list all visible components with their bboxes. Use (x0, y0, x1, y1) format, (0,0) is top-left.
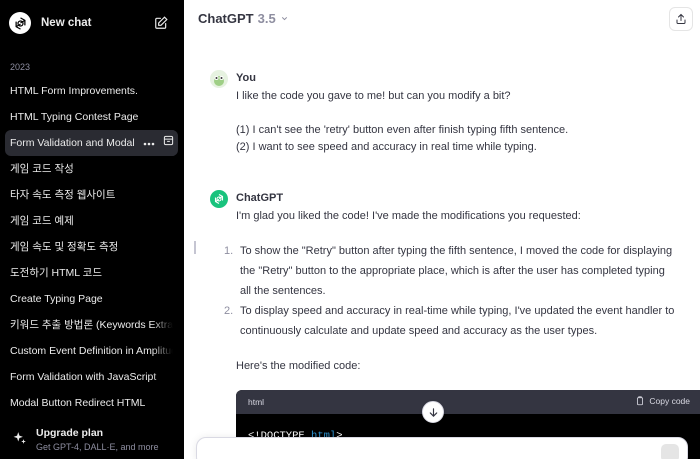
edit-icon[interactable] (154, 16, 168, 30)
more-options-icon[interactable] (143, 130, 155, 156)
history-item-label: 게임 속도 및 정확도 측정 (10, 241, 119, 253)
history-item[interactable]: 게임 코드 예제 (5, 208, 178, 234)
share-button[interactable] (669, 7, 693, 31)
fade-overlay (152, 260, 178, 286)
history-item[interactable]: 타자 속도 측정 웹사이트 (5, 182, 178, 208)
list-item-text: continuously calculate and update speed … (240, 325, 598, 337)
arrow-down-icon (429, 407, 437, 417)
history-item-label: HTML Typing Contest Page (10, 111, 139, 123)
model-name: ChatGPT (198, 11, 254, 26)
new-chat-button[interactable]: New chat (5, 8, 176, 38)
history-item[interactable]: Modal Button Redirect HTML (5, 390, 178, 416)
history-item-label: HTML Form Improvements. (10, 85, 138, 97)
copy-code-button[interactable]: Copy code (635, 396, 690, 406)
fade-overlay (152, 312, 178, 338)
fade-overlay (152, 104, 178, 130)
list-item-text: all the sentences. (240, 285, 326, 297)
copy-code-label: Copy code (649, 396, 690, 406)
chevron-down-icon (280, 11, 289, 26)
upgrade-plan-title: Upgrade plan (36, 427, 104, 439)
history-item-label: 게임 코드 작성 (10, 163, 74, 175)
model-selector[interactable]: ChatGPT 3.5 (198, 11, 289, 26)
history-item[interactable]: 키워드 추출 방법론 (Keywords Extraction) (5, 312, 178, 338)
message-text: I'm glad you liked the code! I've made t… (236, 210, 581, 222)
sparkle-icon (13, 431, 27, 445)
fade-overlay (152, 390, 178, 416)
history-item[interactable]: 게임 코드 작성 (5, 156, 178, 182)
fade-overlay (152, 234, 178, 260)
top-bar: ChatGPT 3.5 (184, 0, 700, 38)
share-icon (676, 13, 686, 24)
list-item-text: the "Retry" button to the appropriate pl… (240, 265, 665, 277)
user-avatar (210, 70, 228, 88)
message-input[interactable] (196, 437, 688, 459)
history-item-label: 타자 속도 측정 웹사이트 (10, 189, 116, 201)
history-item-label: 게임 코드 예제 (10, 215, 74, 227)
history-item[interactable]: HTML Form Improvements. (5, 78, 178, 104)
user-message: You I like the code you gave to me! but … (184, 70, 700, 160)
message-text: (1) I can't see the 'retry' button even … (236, 124, 569, 136)
message-text: Here's the modified code: (236, 360, 361, 372)
app-window: New chat 2023 HTML Form Improvements. HT… (0, 0, 700, 459)
list-item-text: To show the "Retry" button after typing … (240, 245, 673, 257)
message-author: ChatGPT (236, 192, 284, 204)
main-panel: ChatGPT 3.5 You I like the code you gave… (184, 0, 700, 459)
history-item[interactable]: Form Validation with JavaScript (5, 364, 178, 390)
model-version: 3.5 (257, 11, 276, 26)
code-language-label: html (248, 397, 265, 407)
fade-overlay (152, 338, 178, 364)
history-item-label: Modal Button Redirect HTML (10, 397, 146, 409)
history-item-label: Form Validation and Modal (10, 137, 135, 149)
list-number: 2. (224, 305, 234, 317)
list-item-text: To display speed and accuracy in real-ti… (240, 305, 675, 317)
send-button[interactable] (661, 444, 679, 459)
scroll-to-bottom-button[interactable] (422, 401, 444, 423)
history-item[interactable]: 게임 속도 및 정확도 측정 (5, 234, 178, 260)
fade-overlay (152, 364, 178, 390)
history-item-label: Create Typing Page (10, 293, 103, 305)
history-item-label: 도전하기 HTML 코드 (10, 267, 102, 279)
scroll-gutter-mark (194, 241, 196, 254)
chatgpt-avatar-icon (210, 190, 228, 208)
fade-overlay (152, 208, 178, 234)
history-item[interactable]: HTML Typing Contest Page (5, 104, 178, 130)
message-text: (2) I want to see speed and accuracy in … (236, 141, 537, 153)
fade-overlay (152, 182, 178, 208)
openai-logo-icon (9, 12, 31, 34)
chat-history-list: HTML Form Improvements. HTML Typing Cont… (5, 78, 178, 416)
sidebar: New chat 2023 HTML Form Improvements. HT… (0, 0, 184, 459)
message-author: You (236, 72, 256, 84)
history-item-label: Form Validation with JavaScript (10, 371, 157, 383)
history-item[interactable]: 도전하기 HTML 코드 (5, 260, 178, 286)
history-item[interactable]: Custom Event Definition in Amplitude (5, 338, 178, 364)
new-chat-label: New chat (41, 17, 92, 29)
clipboard-icon (637, 396, 644, 406)
history-item[interactable]: Create Typing Page (5, 286, 178, 312)
code-block-header: html Copy code (236, 390, 700, 414)
list-number: 1. (224, 245, 234, 257)
message-text: I like the code you gave to me! but can … (236, 90, 511, 102)
archive-icon[interactable] (163, 130, 174, 156)
fade-overlay (152, 156, 178, 182)
history-item-active[interactable]: Form Validation and Modal (5, 130, 178, 156)
upgrade-plan-button[interactable]: Upgrade plan Get GPT-4, DALL·E, and more (5, 420, 178, 459)
history-section-label: 2023 (10, 62, 31, 72)
upgrade-plan-subtitle: Get GPT-4, DALL·E, and more (36, 442, 159, 452)
fade-overlay (152, 286, 178, 312)
fade-overlay (152, 78, 178, 104)
history-item-actions (137, 130, 174, 156)
